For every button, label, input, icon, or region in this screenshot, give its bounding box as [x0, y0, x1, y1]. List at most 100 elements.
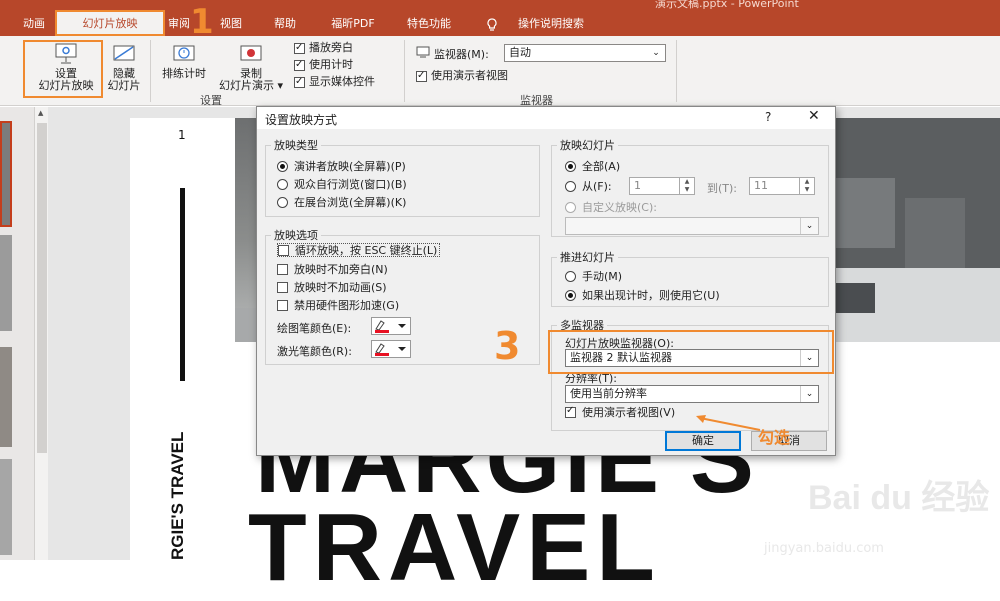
use-presenter-view-ribbon-checkbox[interactable]: 使用演示者视图 [416, 68, 508, 84]
radio-all-slides[interactable]: 全部(A) [565, 159, 620, 173]
hide-slide-button[interactable]: 隐藏 幻灯片 [104, 42, 144, 92]
show-slides-legend: 放映幻灯片 [557, 137, 618, 153]
play-narrations-checkbox[interactable]: 播放旁白 [294, 40, 353, 56]
resolution-select[interactable]: 使用当前分辨率 ⌄ [565, 385, 819, 403]
help-icon[interactable]: ? [765, 110, 771, 124]
ribbon-separator [404, 40, 405, 102]
pen-color-label: 绘图笔颜色(E): [277, 322, 352, 335]
annotation-number-1: 1 [190, 2, 214, 42]
radio-dot [565, 201, 576, 213]
pen-color-button[interactable] [371, 317, 411, 335]
tell-me-search[interactable]: 操作说明搜索 [508, 0, 594, 36]
tab-help[interactable]: 帮助 [270, 0, 300, 36]
ribbon-panel: 设置 幻灯片放映 隐藏 幻灯片 排练计时 录制 幻灯片演示 ▾ 播放旁白 使用计… [0, 36, 1000, 107]
radio-dot [277, 178, 288, 190]
annotation-box-tab [55, 10, 165, 36]
document-title: 演示文稿.pptx - PowerPoint [655, 0, 799, 10]
close-icon[interactable]: ✕ [808, 108, 820, 124]
slide-thumbnail[interactable] [0, 235, 12, 331]
no-animation-checkbox[interactable]: 放映时不加动画(S) [277, 280, 387, 294]
radio-manual-advance[interactable]: 手动(M) [565, 269, 622, 283]
record-icon [240, 45, 262, 61]
checkbox-box [565, 405, 576, 418]
ribbon-separator [676, 40, 677, 102]
tab-foxit-pdf[interactable]: 福昕PDF [326, 0, 380, 36]
ribbon-separator [150, 40, 151, 102]
custom-show-select[interactable]: ⌄ [565, 217, 819, 235]
checkbox-box [294, 58, 305, 72]
slide-number: 1 [178, 128, 186, 142]
setup-show-dialog: 设置放映方式 ? ✕ 放映类型 演讲者放映(全屏幕)(P) 观众自行浏览(窗口)… [256, 106, 836, 456]
checkbox-box [277, 299, 288, 311]
radio-dot [277, 196, 288, 208]
laser-color-button[interactable] [371, 340, 411, 358]
rehearse-timings-button[interactable]: 排练计时 [156, 42, 212, 80]
slide-headline-line-2: TRAVEL [248, 494, 661, 601]
spin-up-icon[interactable]: ▲ [799, 178, 814, 186]
use-presenter-view-checkbox[interactable]: 使用演示者视图(V) [565, 405, 675, 419]
annotation-box-monitor [548, 330, 834, 374]
to-slide-input[interactable]: 11 ▲ ▼ [749, 177, 815, 195]
checkbox-box [294, 41, 305, 55]
slide-thumbnail[interactable] [0, 121, 12, 227]
spin-down-icon[interactable]: ▼ [799, 186, 814, 194]
disable-hw-accel-checkbox[interactable]: 禁用硬件图形加速(G) [277, 298, 399, 312]
no-narration-checkbox[interactable]: 放映时不加旁白(N) [277, 262, 388, 276]
monitor-icon [416, 46, 430, 61]
scroll-thumb[interactable] [37, 123, 47, 453]
laser-color-label: 激光笔颜色(R): [277, 345, 352, 358]
loop-checkbox[interactable]: 循环放映，按 ESC 键终止(L) [277, 243, 441, 257]
slide-decor-bar [180, 188, 185, 381]
slide-thumbnail[interactable] [0, 347, 12, 447]
slide-vertical-text: RGIE'S TRAVEL [168, 431, 187, 560]
show-type-legend: 放映类型 [271, 137, 321, 153]
chevron-down-icon: ⌄ [800, 218, 818, 234]
laser-color-icon [375, 343, 406, 356]
to-slide-label: 到(T): [707, 182, 738, 195]
radio-dot [277, 160, 288, 172]
chevron-down-icon: ⌄ [800, 386, 818, 402]
checkbox-box [278, 244, 289, 256]
tab-animations[interactable]: 动画 [18, 0, 50, 36]
show-media-controls-checkbox[interactable]: 显示媒体控件 [294, 74, 375, 90]
annotation-check-hint: 勾选 [758, 428, 791, 447]
checkbox-box [277, 263, 288, 275]
checkbox-box [294, 75, 305, 89]
lightbulb-icon [486, 18, 498, 31]
record-slide-show-button[interactable]: 录制 幻灯片演示 ▾ [212, 42, 290, 92]
record-label-2: 幻灯片演示 ▾ [218, 79, 284, 92]
monitor-select[interactable]: 自动 ⌄ [504, 44, 666, 62]
scroll-up-icon[interactable]: ▲ [38, 109, 43, 117]
monitor-label: 监视器(M): [434, 48, 489, 61]
slide-thumbnail[interactable] [0, 459, 12, 555]
group-label-setup: 设置 [200, 94, 222, 107]
rehearse-label: 排练计时 [162, 67, 206, 80]
spin-down-icon[interactable]: ▼ [679, 186, 694, 194]
annotation-number-3: 3 [494, 324, 521, 368]
radio-custom-show[interactable]: 自定义放映(C): [565, 200, 657, 214]
chevron-down-icon: ⌄ [652, 48, 660, 58]
pen-color-icon [375, 320, 406, 333]
chevron-down-icon: ▾ [277, 79, 284, 92]
from-slide-input[interactable]: 1 ▲ ▼ [629, 177, 695, 195]
radio-dot [565, 270, 576, 282]
checkbox-box [416, 69, 427, 83]
thumbnail-scrollbar[interactable]: ▲ [34, 107, 48, 560]
radio-presenter[interactable]: 演讲者放映(全屏幕)(P) [277, 159, 406, 173]
tab-special-features[interactable]: 特色功能 [402, 0, 456, 36]
watermark-brand: Bai du 经验 [808, 479, 990, 517]
radio-from-slide[interactable]: 从(F): [565, 179, 612, 193]
watermark-url: jingyan.baidu.com [764, 541, 884, 556]
dialog-title: 设置放映方式 [265, 113, 338, 127]
radio-kiosk[interactable]: 在展台浏览(全屏幕)(K) [277, 195, 406, 209]
show-options-legend: 放映选项 [271, 227, 321, 243]
stopwatch-icon [173, 45, 195, 61]
annotation-box-setup [23, 40, 103, 98]
dialog-titlebar: 设置放映方式 ? ✕ [257, 107, 835, 129]
radio-use-timings[interactable]: 如果出现计时，则使用它(U) [565, 288, 720, 302]
use-timings-checkbox[interactable]: 使用计时 [294, 57, 353, 73]
spin-up-icon[interactable]: ▲ [679, 178, 694, 186]
radio-dot [565, 180, 576, 192]
radio-browsed-window[interactable]: 观众自行浏览(窗口)(B) [277, 177, 407, 191]
tab-view[interactable]: 视图 [216, 0, 246, 36]
